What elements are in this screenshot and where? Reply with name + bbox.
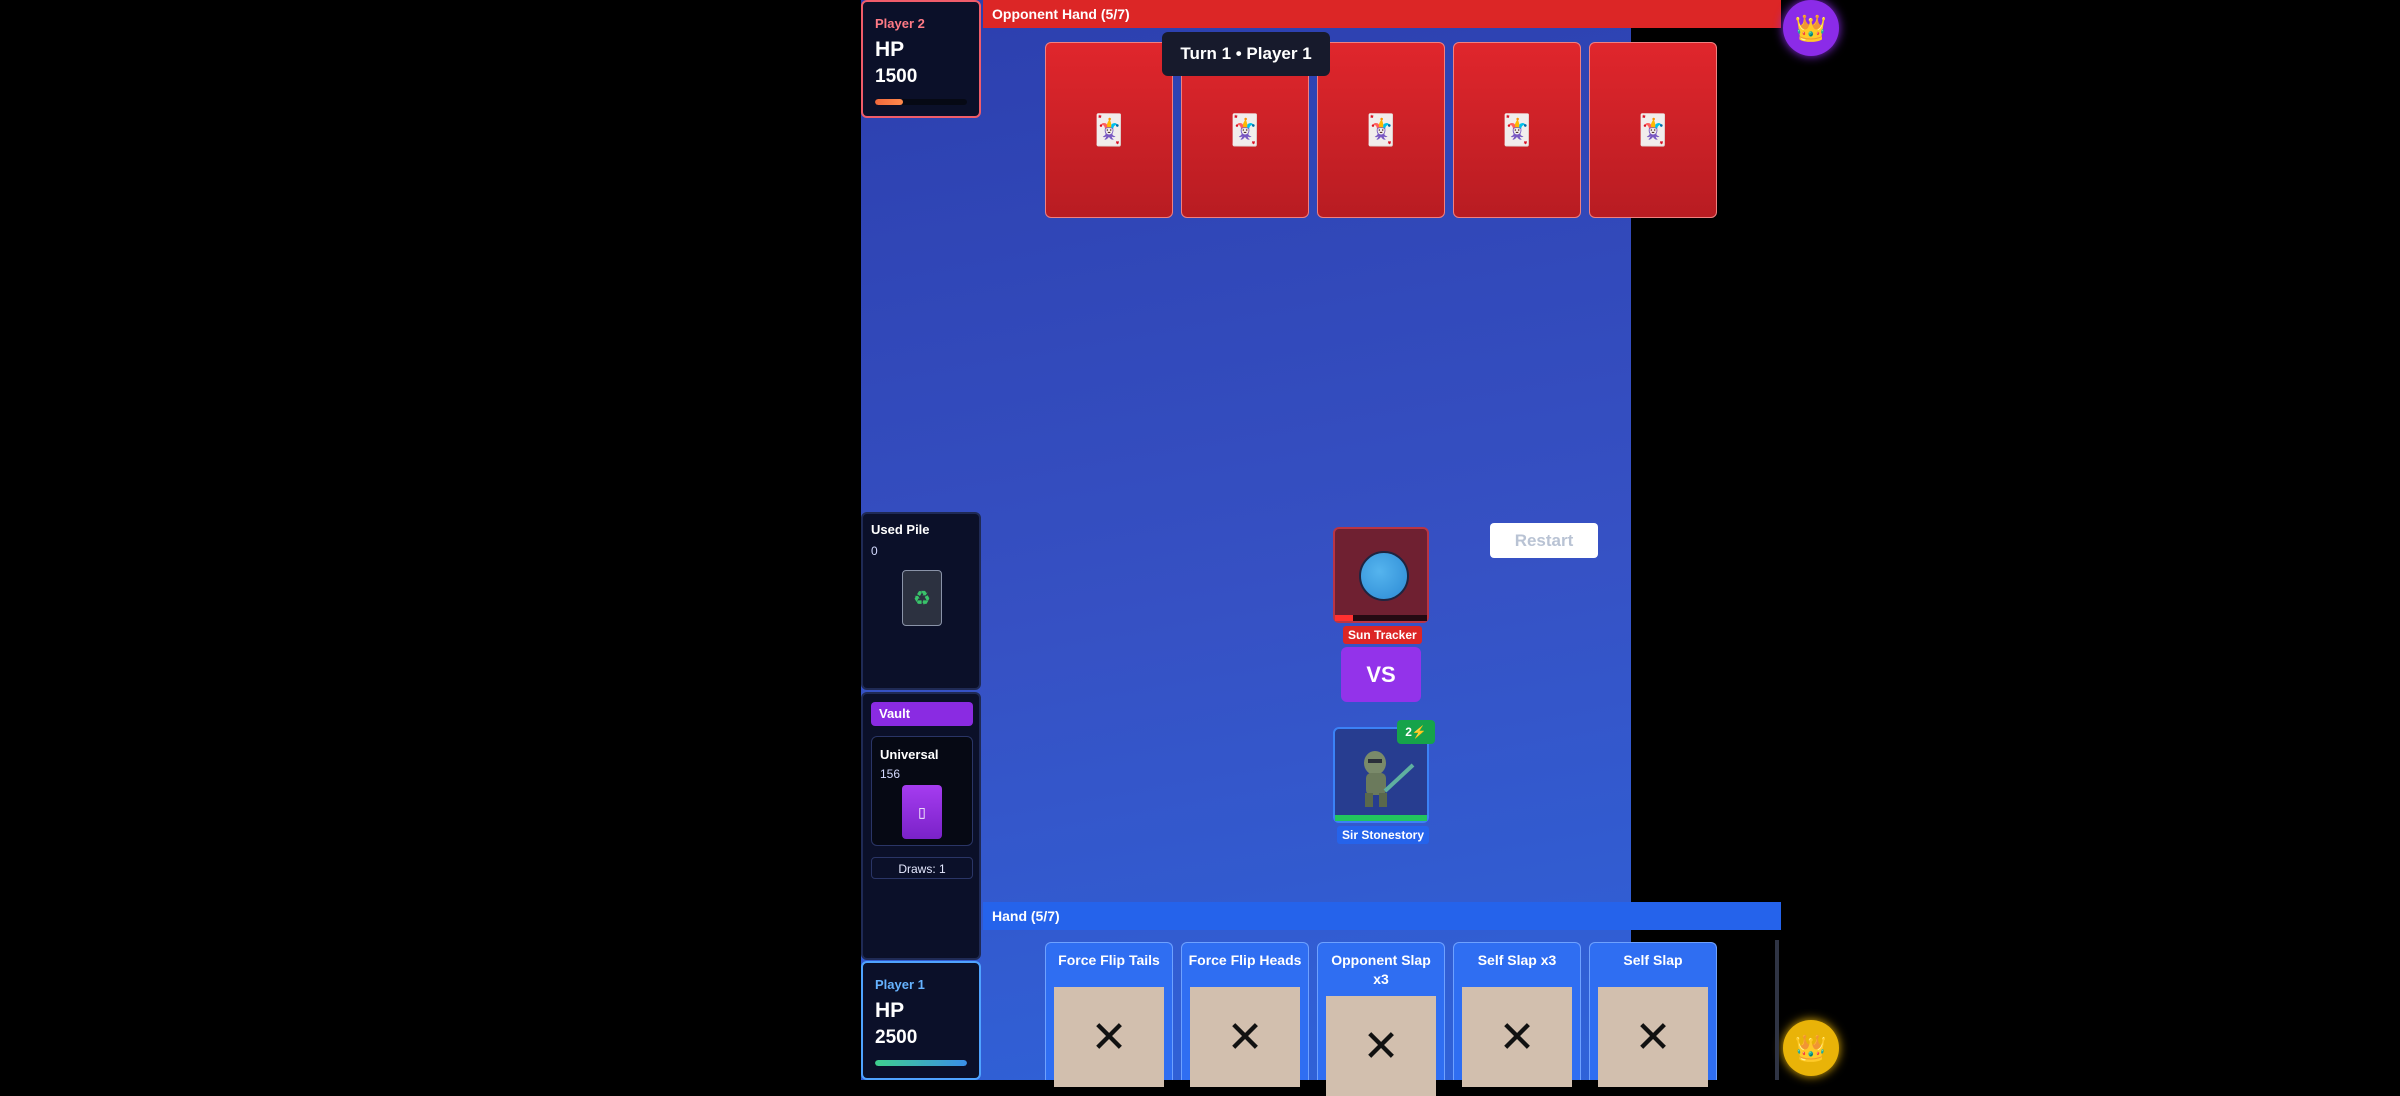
hero-hp-fill <box>1335 815 1427 821</box>
energy-badge: 2⚡ <box>1397 720 1435 744</box>
enemy-hp-fill <box>1335 615 1354 621</box>
deck-card-icon[interactable]: ▯ <box>902 785 942 839</box>
hand-card[interactable]: Self Slap x3 ✕ <box>1453 942 1581 1087</box>
player2-hp-value: 1500 <box>875 66 918 87</box>
player1-hp-fill <box>875 1060 967 1066</box>
opponent-card[interactable]: 🃏 <box>1453 42 1581 218</box>
player2-label: Player 2 <box>875 16 925 31</box>
crown-icon[interactable]: 👑 <box>1783 1020 1839 1076</box>
close-icon: ✕ <box>1462 987 1572 1087</box>
player2-panel: Player 2 HP 1500 <box>861 0 981 118</box>
hero-name: Sir Stonestory <box>1337 826 1430 844</box>
player1-hp-bar <box>875 1060 967 1066</box>
draws-counter: Draws: 1 <box>871 857 973 879</box>
player2-hp-label: HP <box>875 38 905 61</box>
hand-card[interactable]: Force Flip Tails ✕ <box>1045 942 1173 1087</box>
opponent-hand-bar: Opponent Hand (5/7) <box>983 0 1781 28</box>
used-pile-count: 0 <box>871 544 878 558</box>
vault-panel: Vault Universal 156 ▯ Draws: 1 <box>861 692 981 960</box>
card-name: Self Slap <box>1623 952 1683 968</box>
crown-icon[interactable]: 👑 <box>1783 0 1839 56</box>
close-icon: ✕ <box>1326 996 1436 1096</box>
player2-hp-bar <box>875 99 967 105</box>
hand-bar: Hand (5/7) <box>983 902 1781 930</box>
sun-orb-icon <box>1359 551 1409 601</box>
player2-hp-fill <box>875 99 903 105</box>
recycle-icon[interactable]: ♻ <box>902 570 942 626</box>
hand-card[interactable]: Force Flip Heads ✕ <box>1181 942 1309 1087</box>
hero-hp-bar <box>1335 815 1427 821</box>
card-name: Opponent Slap x3 <box>1331 952 1431 987</box>
vault-button[interactable]: Vault <box>871 702 973 726</box>
close-icon: ✕ <box>1054 987 1164 1087</box>
vs-badge: VS <box>1341 647 1421 702</box>
enemy-name: Sun Tracker <box>1343 626 1422 644</box>
enemy-hp-bar <box>1335 615 1427 621</box>
card-name: Self Slap x3 <box>1477 952 1557 968</box>
used-pile-panel: Used Pile 0 ♻ <box>861 512 981 690</box>
close-icon: ✕ <box>1190 987 1300 1087</box>
turn-indicator: Turn 1 • Player 1 <box>1162 32 1330 76</box>
opponent-card[interactable]: 🃏 <box>1045 42 1173 218</box>
close-icon: ✕ <box>1598 987 1708 1087</box>
player1-panel: Player 1 HP 2500 <box>861 961 981 1080</box>
player1-label: Player 1 <box>875 977 925 992</box>
opponent-card[interactable]: 🃏 <box>1317 42 1445 218</box>
used-pile-title: Used Pile <box>871 522 930 537</box>
vault-deck[interactable]: Universal 156 ▯ <box>871 736 973 846</box>
scrollbar[interactable] <box>1775 940 1779 1080</box>
deck-count: 156 <box>880 767 901 781</box>
deck-name: Universal <box>880 747 939 762</box>
card-name: Force Flip Tails <box>1058 952 1160 968</box>
hand-card[interactable]: Opponent Slap x3 ✕ <box>1317 942 1445 1096</box>
enemy-card[interactable] <box>1333 527 1429 623</box>
hand-card[interactable]: Self Slap ✕ <box>1589 942 1717 1087</box>
opponent-card[interactable]: 🃏 <box>1589 42 1717 218</box>
restart-button[interactable]: Restart <box>1490 523 1598 558</box>
player1-hp-value: 2500 <box>875 1027 918 1048</box>
card-name: Force Flip Heads <box>1188 952 1302 968</box>
player1-hp-label: HP <box>875 999 905 1022</box>
